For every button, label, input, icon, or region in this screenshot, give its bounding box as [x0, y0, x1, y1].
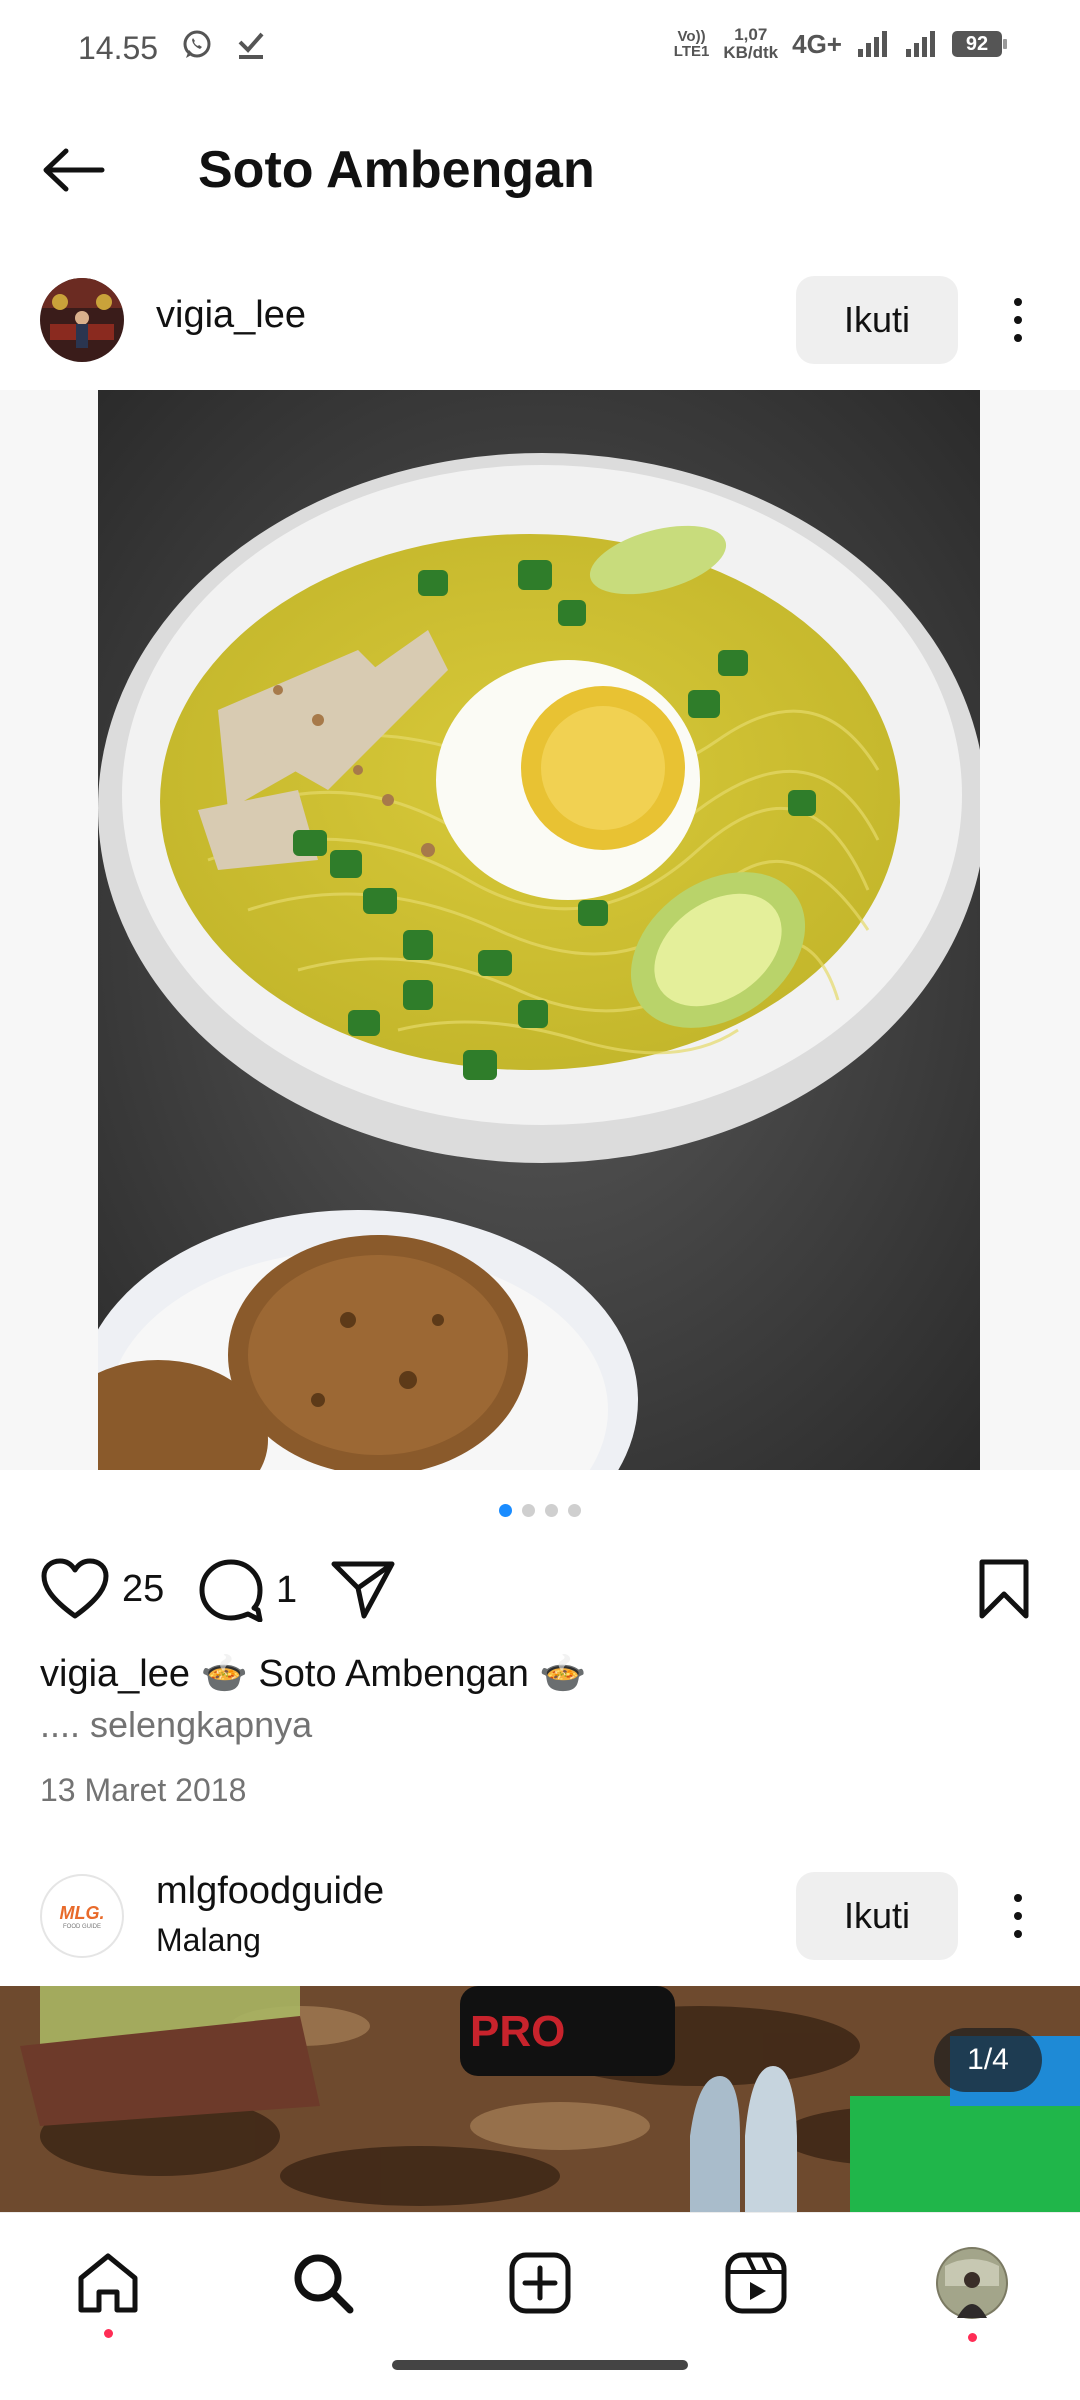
notification-dot: [104, 2329, 113, 2338]
follow-button[interactable]: Ikuti: [796, 1872, 958, 1960]
network-speed: 1,07 KB/dtk: [723, 26, 778, 62]
avatar[interactable]: [40, 278, 124, 362]
carousel-indicator: [0, 1504, 1080, 1517]
comment-icon[interactable]: [198, 1558, 264, 1622]
battery-icon: 92: [952, 31, 1007, 57]
status-bar: 14.55 Vo)) LTE1 1,07 KB/dtk 4G+ 92: [0, 0, 1080, 96]
avatar-image: [40, 278, 124, 362]
download-done-icon: [238, 32, 264, 59]
username[interactable]: mlgfoodguide: [156, 1870, 384, 1913]
carousel-dot: [522, 1504, 535, 1517]
avatar-logo: MLG.: [59, 1902, 105, 1923]
soto-photo: [98, 390, 980, 1470]
see-more-link[interactable]: .... selengkapnya: [40, 1704, 312, 1746]
more-vertical-icon-dot: [1014, 1912, 1022, 1920]
caption-text: 🍲 Soto Ambengan 🍲: [200, 1653, 587, 1695]
like-count[interactable]: 25: [122, 1568, 164, 1611]
battery-level: 92: [965, 32, 989, 55]
carousel-dot: [568, 1504, 581, 1517]
speed-unit: KB/dtk: [723, 43, 779, 62]
heart-icon[interactable]: [40, 1558, 110, 1620]
more-vertical-icon-dot: [1014, 316, 1022, 324]
whatsapp-icon: [183, 30, 211, 58]
send-icon[interactable]: [330, 1558, 396, 1620]
more-options-button[interactable]: [998, 290, 1038, 350]
notification-dot: [968, 2333, 977, 2342]
page-header: Soto Ambengan: [0, 96, 1080, 246]
post-date: 13 Maret 2018: [40, 1772, 247, 1808]
status-notification-icons: [180, 28, 266, 62]
volte-bottom: LTE1: [673, 43, 710, 60]
status-right: Vo)) LTE1 1,07 KB/dtk 4G+ 92: [674, 26, 1007, 62]
signal-icon: [858, 31, 887, 57]
nav-home[interactable]: [68, 2243, 148, 2338]
more-vertical-icon: [1014, 298, 1022, 306]
avatar-logo-sub: FOOD GUIDE: [62, 1923, 101, 1930]
back-arrow-icon: [43, 148, 105, 192]
follow-button[interactable]: Ikuti: [796, 276, 958, 364]
caption-username[interactable]: vigia_lee: [40, 1653, 190, 1695]
bottom-nav: [0, 2212, 1080, 2400]
more-vertical-icon-dot: [1014, 334, 1022, 342]
status-time: 14.55: [78, 30, 159, 66]
nav-profile[interactable]: [932, 2243, 1012, 2342]
network-type: 4G+: [792, 28, 842, 59]
share-action[interactable]: [330, 1558, 396, 1620]
post2-photo: PRO: [0, 1986, 1080, 2212]
nav-reels[interactable]: [716, 2243, 796, 2323]
home-icon: [78, 2253, 138, 2313]
comment-count[interactable]: 1: [276, 1569, 297, 1612]
back-button[interactable]: [40, 140, 112, 200]
page-title: Soto Ambengan: [198, 141, 595, 199]
post-media[interactable]: [0, 390, 1080, 1470]
post-photo[interactable]: [98, 390, 980, 1470]
nav-search[interactable]: [283, 2243, 363, 2323]
carousel-dot-active: [499, 1504, 512, 1517]
signal-icon-2: [906, 31, 935, 57]
post-location[interactable]: Malang: [156, 1922, 261, 1959]
comment-action: 1: [198, 1558, 297, 1622]
more-options-button[interactable]: [998, 1886, 1038, 1946]
more-vertical-icon-dot: [1014, 1930, 1022, 1938]
volte-indicator: Vo)) LTE1: [674, 29, 710, 59]
nav-create[interactable]: [500, 2243, 580, 2323]
more-vertical-icon: [1014, 1894, 1022, 1902]
reels-icon: [725, 2252, 787, 2314]
like-action: 25: [40, 1558, 164, 1620]
post-actions: 25 1: [0, 1550, 1080, 1630]
speed-value: 1,07: [734, 25, 768, 44]
create-icon: [509, 2252, 571, 2314]
svg-text:PRO: PRO: [470, 2007, 565, 2056]
home-indicator[interactable]: [392, 2360, 688, 2370]
bookmark-icon[interactable]: [976, 1558, 1032, 1620]
carousel-dot: [545, 1504, 558, 1517]
avatar[interactable]: MLG. FOOD GUIDE: [40, 1874, 124, 1958]
volte-top: Vo)): [677, 28, 706, 45]
username[interactable]: vigia_lee: [156, 294, 306, 337]
save-action[interactable]: [976, 1558, 1032, 1620]
post2-media[interactable]: PRO: [0, 1986, 1080, 2212]
post-caption: vigia_lee 🍲 Soto Ambengan 🍲: [40, 1652, 587, 1696]
post2-header: MLG. FOOD GUIDE mlgfoodguide Malang Ikut…: [0, 1850, 1080, 1990]
profile-avatar: [936, 2247, 1008, 2319]
carousel-counter: 1/4: [934, 2028, 1042, 2092]
search-icon: [294, 2254, 354, 2314]
post-header: vigia_lee Ikuti: [0, 256, 1080, 384]
